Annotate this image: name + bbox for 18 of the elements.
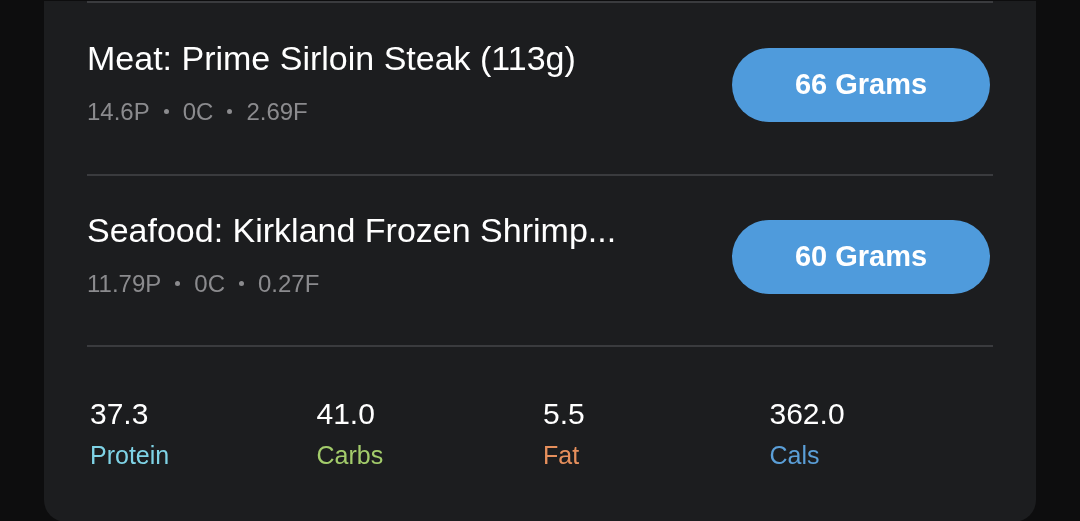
macro-value: 14.6P [87, 96, 150, 127]
total-label: Protein [90, 443, 171, 468]
total-value: 41.0 [316, 399, 376, 429]
food-name: Seafood: Kirkland Frozen Shrimp... [87, 210, 617, 252]
total-label: Carbs [316, 443, 385, 468]
macro-value: 11.79P [87, 268, 162, 299]
total-label: Cals [769, 443, 821, 468]
total-value: 37.3 [90, 399, 150, 429]
macro-value: 0C [182, 96, 214, 127]
macro-value: 0.27F [258, 268, 320, 299]
food-name: Meat: Prime Sirloin Steak (113g) [87, 38, 576, 80]
amount-button[interactable]: 66 Grams [732, 47, 990, 122]
total-value: 5.5 [543, 399, 586, 429]
total-value: 362.0 [769, 399, 846, 429]
amount-button[interactable]: 60 Grams [732, 219, 990, 294]
macro-value: 2.69F [246, 96, 308, 127]
total-label: Fat [543, 443, 581, 468]
macro-value: 0C [194, 268, 225, 299]
